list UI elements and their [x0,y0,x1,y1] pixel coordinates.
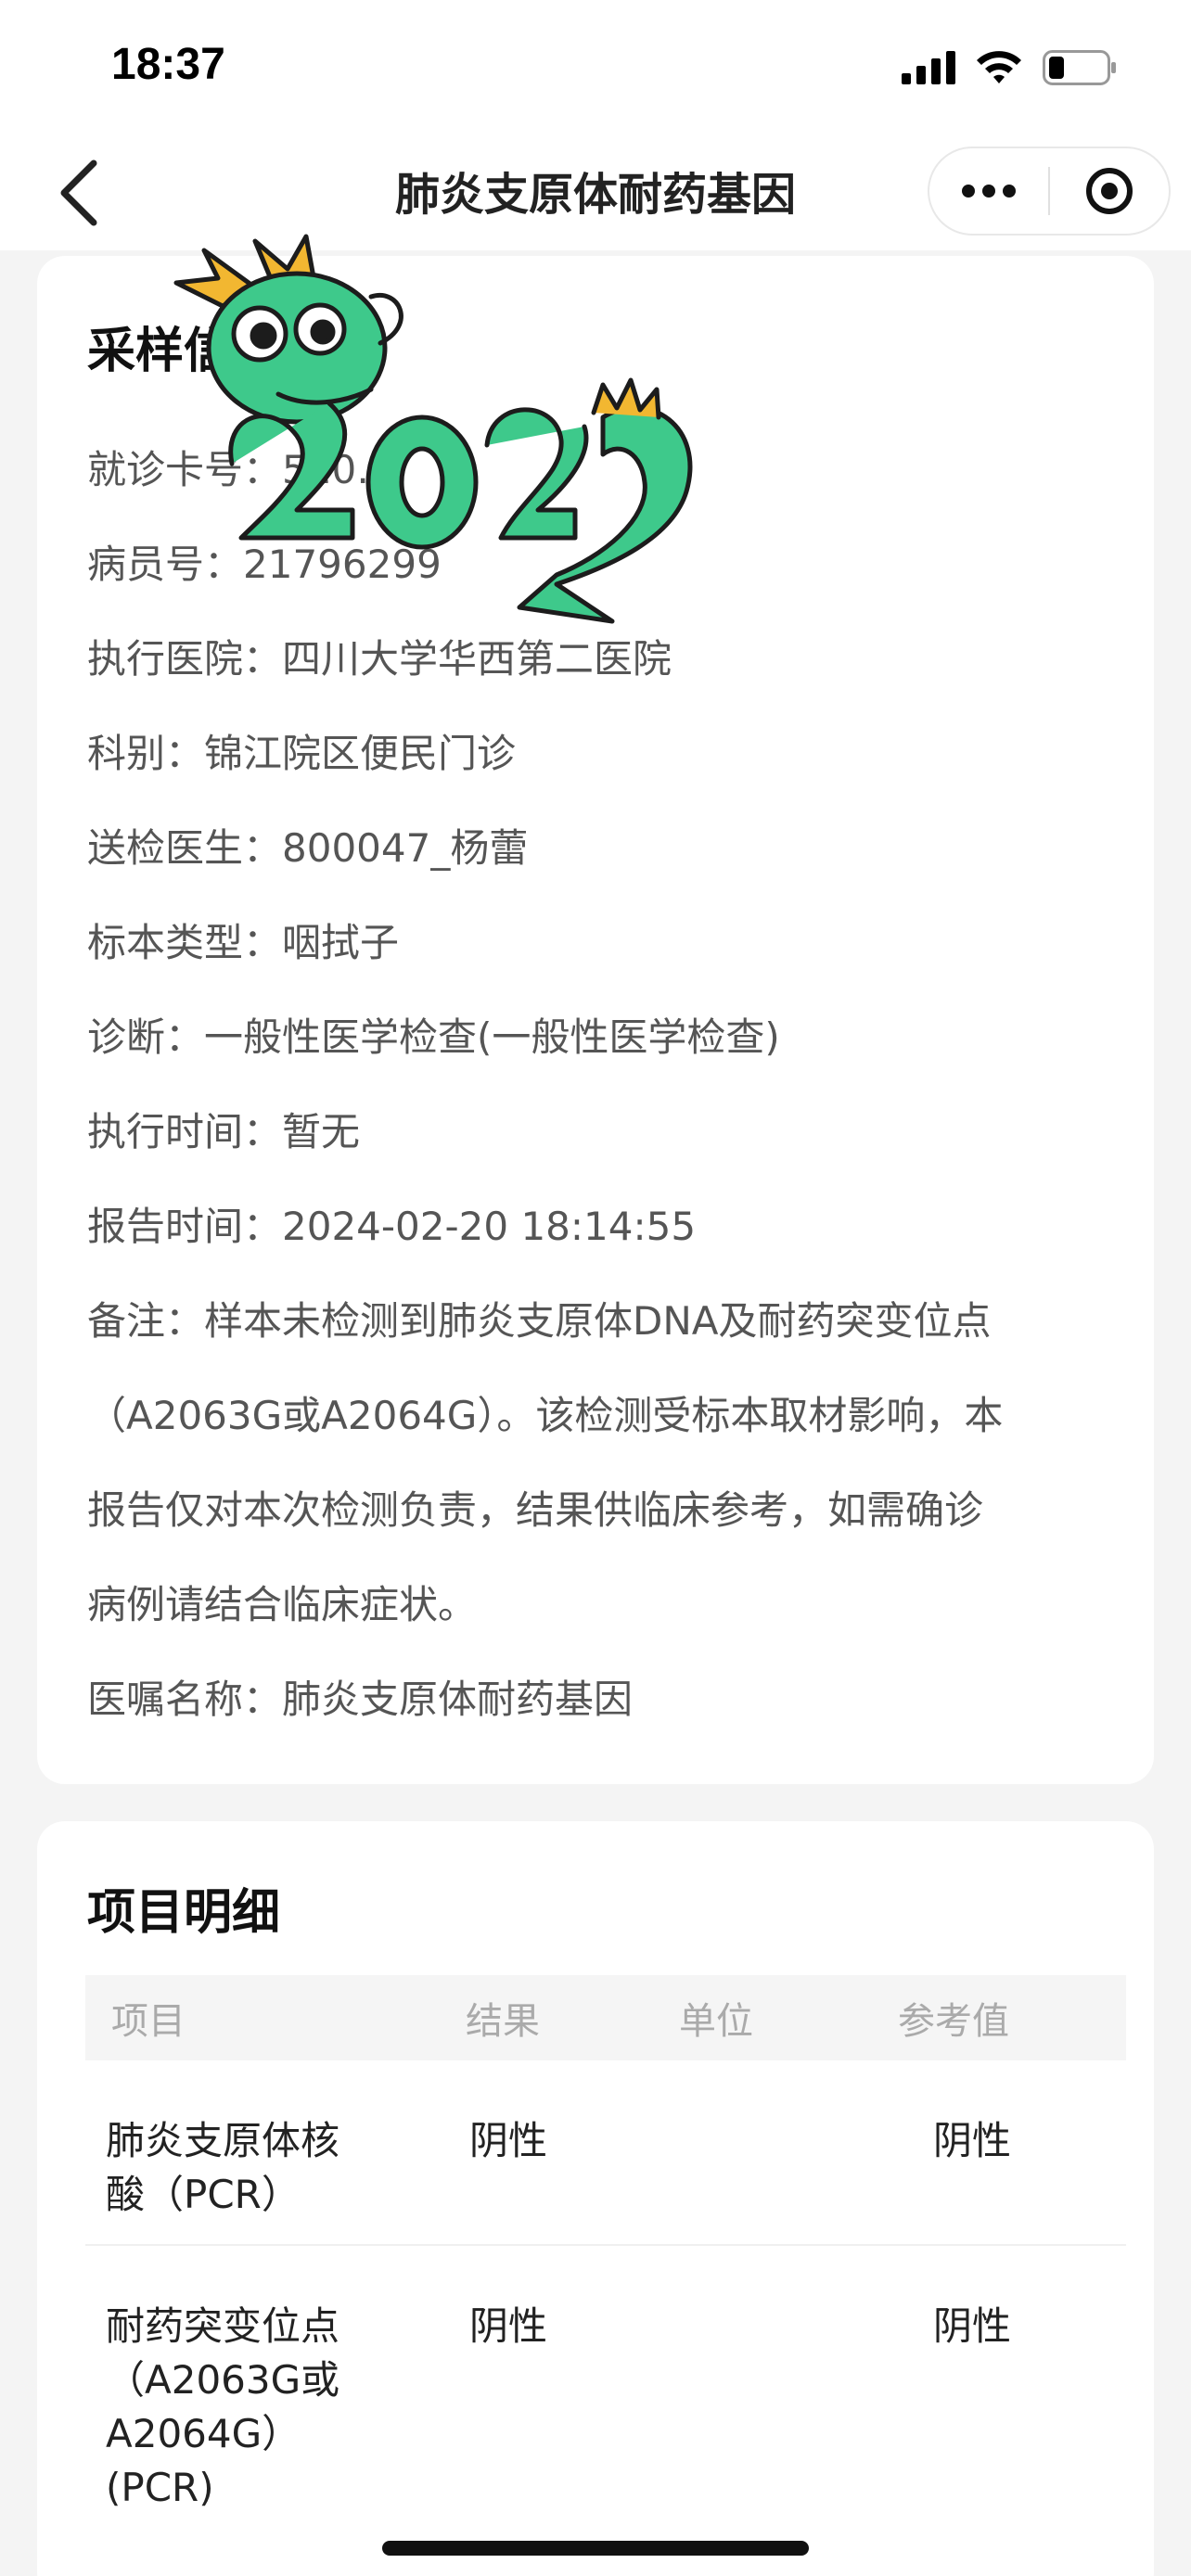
row-item-name: 肺炎支原体核 酸（PCR） [85,2060,429,2244]
info-row-doctor: 送检医生：800047_杨蕾 [87,801,1108,896]
info-value: 肺炎支原体耐药基因 [282,1677,634,1722]
status-time: 18:37 [111,40,225,89]
info-label: 报告时间： [87,1204,283,1249]
info-value: 一般性医学检查(一般性医学检查) [204,1014,780,1060]
wifi-icon [977,51,1021,83]
info-label: 执行时间： [87,1109,283,1154]
miniprogram-capsule [928,147,1171,236]
header-result: 结果 [466,2000,540,2043]
info-label: 医嘱名称： [87,1677,283,1722]
item-line: 耐药突变位点 [106,2303,340,2349]
section-title-items: 项目明细 [87,1885,281,1941]
info-value: 四川大学华西第二医院 [282,636,672,682]
info-label: 送检医生： [87,825,283,871]
home-indicator[interactable] [382,2541,809,2556]
note-line: （A2063G或A2064G）。该检测受标本取材影响，本 [87,1393,1004,1438]
info-label: 标本类型： [87,920,283,965]
more-dots-icon [962,185,1016,198]
item-line: A2064G） [106,2411,301,2456]
info-row-department: 科别：锦江院区便民门诊 [87,707,1108,801]
item-line: (PCR) [106,2465,214,2510]
header-item: 项目 [111,2000,186,2043]
info-row-specimen-type: 标本类型：咽拭子 [87,896,1108,990]
header-unit: 单位 [679,2000,753,2043]
table-row: 耐药突变位点 （A2063G或 A2064G） (PCR) 阴性 阴性 [85,2246,1126,2543]
table-row: 肺炎支原体核 酸（PCR） 阴性 阴性 [85,2060,1126,2246]
info-row-diagnosis: 诊断：一般性医学检查(一般性医学检查) [87,990,1108,1085]
items-table: 项目 结果 单位 参考值 肺炎支原体核 酸（PCR） 阴性 阴性 耐药突变位点 … [85,1975,1126,2543]
info-value: 2024-02-20 18:14:55 [282,1204,697,1249]
info-value: 锦江院区便民门诊 [204,731,517,776]
info-value: 咽拭子 [282,920,400,965]
info-label: 诊断： [87,1014,205,1060]
items-detail-card: 项目明细 项目 结果 单位 参考值 肺炎支原体核 酸（PCR） 阴性 阴性 耐药… [37,1821,1154,2576]
row-unit [679,2246,864,2543]
row-result: 阴性 [469,2118,548,2163]
row-result: 阴性 [469,2303,548,2349]
item-line: 肺炎支原体核 [106,2118,340,2163]
row-reference: 阴性 [933,2118,1012,2163]
note-line: 报告仅对本次检测负责，结果供临床参考，如需确诊 [87,1487,984,1533]
row-item-name: 耐药突变位点 （A2063G或 A2064G） (PCR) [85,2246,429,2543]
info-note: 备注：样本未检测到肺炎支原体DNA及耐药突变位点 （A2063G或A2064G）… [87,1274,1108,1652]
battery-icon [1043,50,1116,85]
info-row-report-time: 报告时间：2024-02-20 18:14:55 [87,1180,1108,1274]
table-header: 项目 结果 单位 参考值 [85,1975,1126,2060]
info-row-exec-time: 执行时间：暂无 [87,1085,1108,1180]
row-reference: 阴性 [933,2303,1012,2349]
signal-icon [902,51,955,84]
info-row-order-name: 医嘱名称：肺炎支原体耐药基因 [87,1652,1108,1747]
target-close-icon [1085,168,1133,214]
item-line: （A2063G或 [106,2357,340,2403]
info-value: 暂无 [282,1109,361,1154]
info-value: 800047_杨蕾 [282,825,529,871]
status-bar: 18:37 [0,0,1191,130]
note-line: 病例请结合临床症状。 [87,1582,478,1627]
dragon-sticker [173,234,693,624]
row-unit [679,2060,864,2244]
status-icons [902,45,1117,91]
item-line: 酸（PCR） [106,2172,301,2217]
more-button[interactable] [929,148,1048,234]
note-line: 备注：样本未检测到肺炎支原体DNA及耐药突变位点 [87,1298,992,1344]
info-label: 科别： [87,731,205,776]
close-button[interactable] [1050,148,1169,234]
header-reference: 参考值 [898,2000,1009,2043]
info-label: 执行医院： [87,636,283,682]
